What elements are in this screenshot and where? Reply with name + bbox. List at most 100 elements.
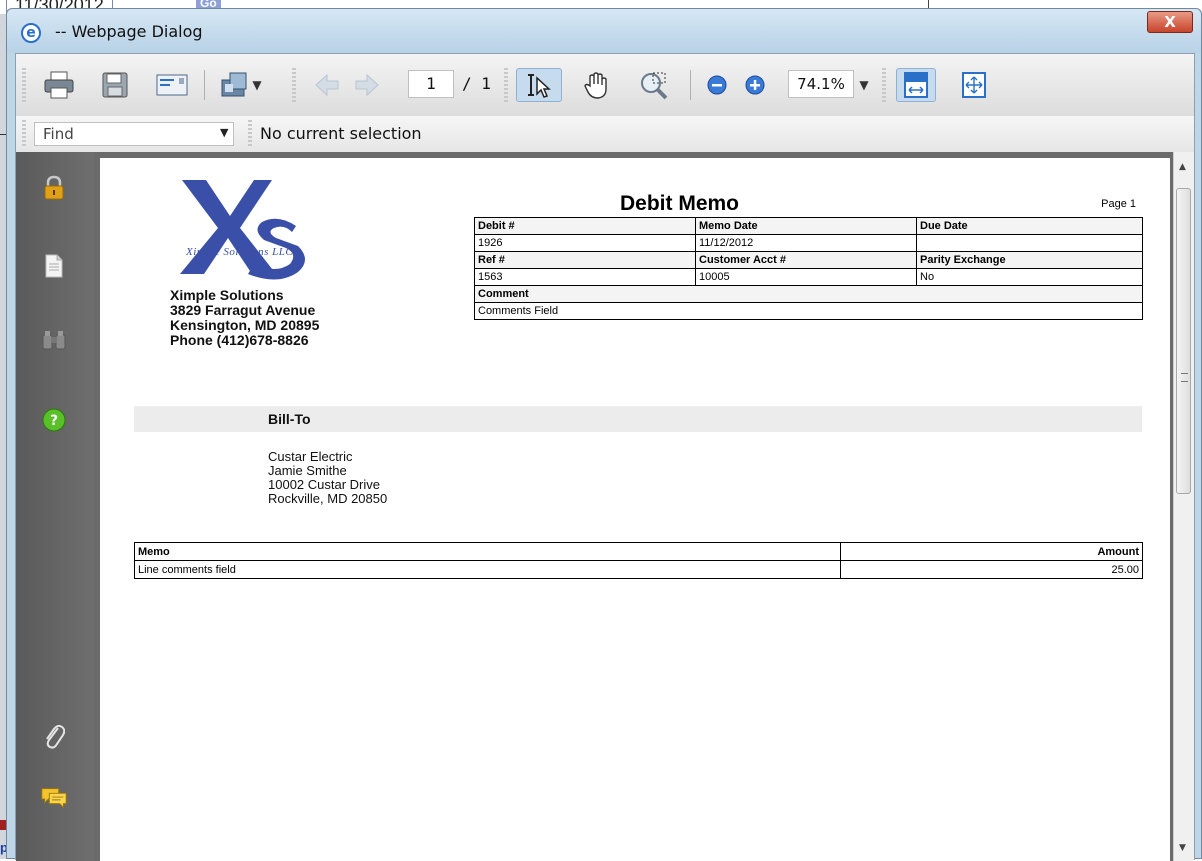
debit-number-label: Debit #	[474, 217, 696, 235]
main-toolbar: ▼ 1 / 1 74.1% ▼	[16, 54, 1194, 117]
table-row: Comment	[474, 285, 1143, 303]
amount-column-header: Amount	[840, 542, 1143, 561]
bill-to-header: Bill-To	[134, 406, 1142, 432]
xs-logo-icon	[180, 180, 305, 280]
printer-icon	[44, 71, 74, 99]
company-address: Ximple Solutions 3829 Farragut Avenue Ke…	[170, 288, 319, 348]
bill-to-address: Custar Electric Jamie Smithe 10002 Custa…	[268, 450, 387, 506]
toolbar-grip[interactable]	[292, 68, 296, 102]
select-tool-button[interactable]	[516, 68, 562, 102]
export-icon	[221, 72, 247, 97]
scroll-down-icon[interactable]: ▼	[1179, 843, 1186, 853]
chevron-down-icon: ▼	[252, 78, 262, 92]
export-button[interactable]: ▼	[214, 66, 266, 104]
find-status: No current selection	[260, 124, 422, 143]
toolbar-grip[interactable]	[22, 68, 26, 102]
zoom-dropdown-button[interactable]: ▼	[856, 66, 872, 104]
logo-subtext: Ximple Solutions LLC	[186, 246, 294, 258]
due-date-label: Due Date	[916, 217, 1143, 235]
security-button[interactable]	[40, 174, 68, 202]
page-icon	[45, 254, 63, 278]
memo-date-label: Memo Date	[695, 217, 917, 235]
scrollbar-grip-icon	[1181, 373, 1188, 382]
fit-page-button[interactable]	[954, 66, 994, 104]
bill-to-company: Custar Electric	[268, 449, 353, 464]
help-icon: ?	[42, 408, 66, 432]
document-area[interactable]: Ximple Solutions LLC Ximple Solutions 38…	[94, 152, 1176, 861]
document-title: Debit Memo	[620, 192, 740, 215]
scroll-up-icon[interactable]: ▲	[1179, 162, 1186, 172]
save-button[interactable]	[96, 66, 134, 104]
print-button[interactable]	[40, 66, 78, 104]
help-button[interactable]: ?	[40, 406, 68, 434]
lock-icon	[44, 175, 64, 200]
memo-header-table: Debit # Memo Date Due Date 1926 11/12/20…	[474, 217, 1143, 320]
marquee-zoom-button[interactable]	[634, 66, 674, 104]
memo-lines-table: Memo Amount Line comments field 25.00	[134, 542, 1143, 579]
dialog-title: -- Webpage Dialog	[55, 22, 203, 41]
bill-to-city: Rockville, MD 20850	[268, 491, 388, 506]
parity-exchange-label: Parity Exchange	[916, 251, 1143, 269]
attachments-button[interactable]	[40, 722, 68, 750]
zoom-in-button[interactable]	[740, 66, 770, 104]
email-button[interactable]	[152, 66, 192, 104]
ref-number-label: Ref #	[474, 251, 696, 269]
zoom-out-button[interactable]	[702, 66, 732, 104]
toolbar-separator	[204, 70, 205, 100]
previous-page-button[interactable]	[310, 66, 344, 104]
paperclip-icon	[46, 724, 65, 749]
scrollbar-thumb[interactable]	[1176, 188, 1191, 494]
hand-tool-button[interactable]	[576, 66, 616, 104]
due-date-value	[916, 234, 1143, 252]
arrow-left-icon	[315, 73, 339, 97]
fit-width-icon	[904, 72, 928, 98]
bill-to-street: 10002 Custar Drive	[268, 477, 380, 492]
table-row: Line comments field 25.00	[134, 560, 1143, 579]
pages-button[interactable]	[40, 252, 68, 280]
ref-number-value: 1563	[474, 268, 696, 286]
close-button[interactable]: X	[1147, 11, 1193, 33]
comment-value: Comments Field	[474, 302, 1143, 320]
table-row: 1926 11/12/2012	[474, 234, 1143, 252]
next-page-button[interactable]	[350, 66, 384, 104]
toolbar-grip[interactable]	[248, 120, 252, 148]
zoom-out-icon	[707, 75, 727, 95]
webpage-dialog: e -- Webpage Dialog X ▼ 1 / 1 74.1% ▼ Fi…	[6, 8, 1202, 861]
page-number: Page 1	[1101, 198, 1136, 210]
dialog-title-bar[interactable]: e -- Webpage Dialog X	[7, 9, 1201, 53]
search-panel-button[interactable]	[40, 326, 68, 354]
toolbar-separator	[690, 70, 691, 100]
parity-exchange-value: No	[916, 268, 1143, 286]
find-toolbar: Find ▼ No current selection	[16, 116, 1194, 153]
vertical-scrollbar[interactable]: ▲ ▼	[1173, 152, 1194, 861]
table-row: 1563 10005 No	[474, 268, 1143, 286]
table-row: Memo Amount	[134, 542, 1143, 561]
fit-width-button[interactable]	[896, 68, 936, 102]
debit-number-value: 1926	[474, 234, 696, 252]
floppy-disk-icon	[102, 72, 128, 98]
navigation-sidebar: ?	[16, 152, 94, 861]
memo-line-text: Line comments field	[134, 560, 841, 579]
envelope-icon	[156, 74, 188, 96]
total-pages-label: / 1	[462, 74, 491, 93]
zoom-level-field[interactable]: 74.1%	[788, 70, 854, 98]
company-city: Kensington, MD 20895	[170, 317, 320, 333]
comments-button[interactable]	[40, 784, 68, 812]
toolbar-grip[interactable]	[22, 120, 26, 148]
customer-account-label: Customer Acct #	[695, 251, 917, 269]
table-row: Ref # Customer Acct # Parity Exchange	[474, 251, 1143, 269]
customer-account-value: 10005	[695, 268, 917, 286]
toolbar-grip[interactable]	[504, 68, 508, 102]
find-options-dropdown[interactable]: ▼	[220, 126, 228, 139]
find-input[interactable]: Find	[34, 122, 234, 146]
memo-date-value: 11/12/2012	[695, 234, 917, 252]
comment-label: Comment	[474, 285, 1143, 303]
toolbar-grip[interactable]	[882, 68, 886, 102]
bill-to-label: Bill-To	[268, 411, 311, 427]
current-page-input[interactable]: 1	[408, 70, 454, 98]
company-name: Ximple Solutions	[170, 287, 284, 303]
bill-to-contact: Jamie Smithe	[268, 463, 347, 478]
memo-line-amount: 25.00	[840, 560, 1143, 579]
company-street: 3829 Farragut Avenue	[170, 302, 316, 318]
pdf-viewer: ▼ 1 / 1 74.1% ▼ Find ▼ No current select…	[15, 53, 1195, 861]
